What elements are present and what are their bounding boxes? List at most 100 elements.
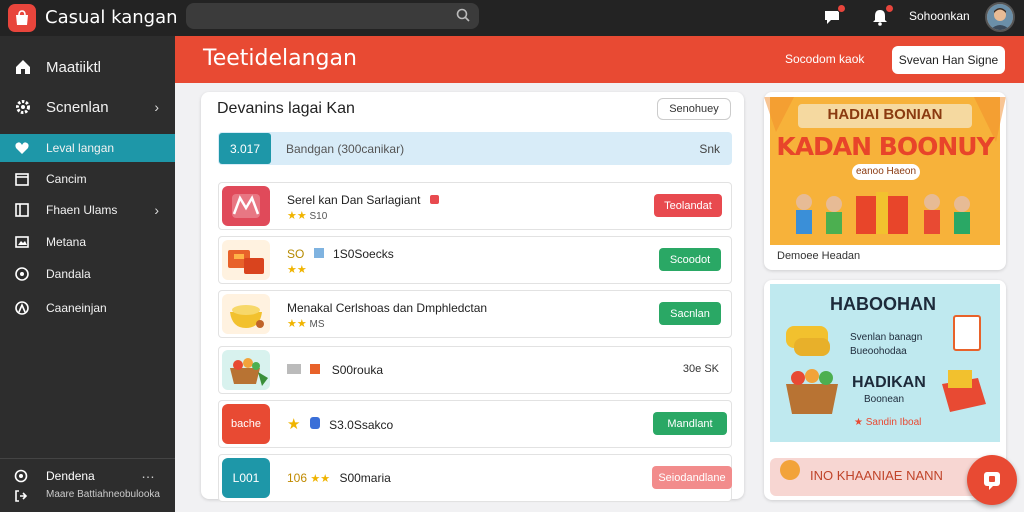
filter-tag[interactable]: 3.017 (219, 133, 271, 164)
sidebar-item-label: Caaneinjan (46, 301, 107, 315)
notification-badge (885, 4, 894, 13)
food-bowl-icon (230, 305, 264, 328)
footer-user-name: Dendena (46, 469, 95, 483)
row-subtitle: ★★ MS (287, 318, 325, 330)
sidebar-item-history[interactable]: Dandala (0, 260, 175, 288)
app-logo[interactable] (8, 4, 36, 32)
page-header: Teetidelangan Socodom kaok Svevan Han Si… (175, 36, 1024, 83)
star-icon: ★ (854, 417, 863, 428)
sidebar-item-label: Fhaen Ulams (46, 203, 118, 217)
row-subtitle: ★★ (287, 263, 307, 276)
avatar[interactable] (985, 2, 1015, 32)
row-action-button[interactable]: Scoodot (659, 248, 721, 271)
sidebar-item-help[interactable]: Caaneinjan (0, 294, 175, 322)
grid-icon (15, 203, 29, 217)
promo-card-bonus[interactable]: HADIAI BONIAN KADAN BOONUY eanoo Haeon D… (764, 92, 1006, 270)
home-icon (16, 60, 30, 74)
sidebar-item-home[interactable]: Maatiiktl (0, 50, 175, 84)
row-action-button[interactable]: Teolandat (654, 194, 722, 217)
shop-bag-icon (16, 10, 28, 25)
user-status-icon (14, 469, 28, 483)
user-name[interactable]: Sohoonkan (909, 9, 970, 23)
row-thumbnail: L001 (222, 458, 270, 498)
list-item[interactable]: S00rouka 30e SK (218, 346, 732, 394)
sidebar-item-calendar[interactable]: Cancim (0, 165, 175, 193)
tag-icon (287, 364, 301, 374)
tag-icon (313, 248, 324, 258)
promo-caption: Demoee Headan (777, 250, 861, 262)
flag-icon (429, 195, 439, 204)
star-rating-icon: ★★ (310, 473, 331, 485)
image-icon (15, 236, 29, 248)
header-link[interactable]: Socodom kaok (785, 52, 864, 66)
promo-banner-headline: KADAN BOONUY (776, 132, 994, 161)
list-item[interactable]: SO 1S0Soecks ★★ Scoodot (218, 236, 732, 284)
row-title: Serel kan Dan Sarlagiant (287, 193, 439, 207)
sidebar-item-label: Dandala (46, 267, 91, 281)
row-thumbnail (222, 294, 270, 334)
row-thumbnail: bache (222, 404, 270, 444)
calendar-icon (15, 173, 29, 186)
clock-icon (15, 267, 29, 281)
sort-label[interactable]: Snk (699, 142, 720, 156)
row-title: Menakal Cerlshoas dan Dmphledctan (287, 301, 488, 315)
star-rating-icon: ★ (287, 416, 301, 433)
chat-badge (837, 4, 846, 13)
chevron-right-icon: › (154, 99, 159, 115)
gift-icon (310, 364, 321, 374)
row-title: 106 ★★ S00maria (287, 471, 391, 485)
card-action-button[interactable]: Senohuey (657, 98, 731, 120)
sidebar-item-media[interactable]: Metana (0, 228, 175, 256)
row-title: S00rouka (287, 363, 383, 377)
sidebar-footer[interactable]: Dendena Maare Battiahneobulooka … (0, 458, 175, 512)
promo-rewards-subtitle: HADIKAN (852, 374, 926, 391)
sidebar-item-label: Maatiiktl (46, 58, 102, 76)
list-item[interactable]: bache ★ S3.0Ssakco Mandlant (218, 400, 732, 448)
gear-icon (16, 100, 30, 114)
promo-rewards-text: Svenlan banagn (850, 332, 923, 343)
row-title: SO 1S0Soecks (287, 247, 394, 261)
shield-icon (309, 417, 320, 429)
sidebar-item-level[interactable]: Leval langan (0, 134, 175, 162)
filter-bar[interactable]: 3.017 Bandgan (300canikar) Snk (218, 132, 732, 165)
chat-fab-button[interactable] (967, 455, 1017, 505)
promo-rewards-text: Boonean (864, 394, 905, 405)
user-avatar-icon (987, 4, 1013, 30)
row-action-button[interactable]: Mandlant (653, 412, 727, 435)
star-rating-icon: ★★ (287, 318, 307, 330)
list-item[interactable]: Serel kan Dan Sarlagiant ★★ S10 Teolanda… (218, 182, 732, 230)
list-item[interactable]: L001 106 ★★ S00maria Seiodandlane (218, 454, 732, 502)
shop-logo-icon (232, 194, 260, 218)
row-meta: 30e SK (682, 363, 719, 375)
row-action-button[interactable]: Sacnlan (659, 302, 721, 325)
heart-icon (15, 142, 29, 154)
row-subtitle: ★★ S10 (287, 210, 328, 222)
fruit-basket-icon (230, 358, 268, 386)
logout-icon[interactable] (14, 489, 28, 503)
chat-bubble-icon (984, 472, 1000, 490)
chat-button[interactable] (822, 4, 846, 27)
search-icon[interactable] (455, 7, 471, 23)
star-rating-icon: ★★ (287, 210, 307, 222)
filter-input[interactable]: Bandgan (300canikar) (286, 142, 404, 156)
notifications-button[interactable] (870, 4, 894, 27)
sidebar-item-label: Metana (46, 235, 87, 249)
sidebar-item-label: Leval langan (46, 141, 115, 155)
sidebar-item-categories[interactable]: Fhaen Ulams › (0, 196, 175, 224)
promo-banner-title: HADIAI BONIAN (827, 106, 943, 123)
row-action-button[interactable]: Seiodandlane (652, 466, 732, 489)
row-thumbnail (222, 186, 270, 226)
footer-user-email: Maare Battiahneobulooka (46, 489, 160, 500)
row-thumbnail (222, 350, 270, 390)
promo-rewards-link[interactable]: ★ Sandin Iboal (854, 417, 921, 428)
sidebar-item-settings[interactable]: Scnenlan › (0, 90, 175, 124)
sign-up-button[interactable]: Svevan Han Signe (892, 46, 1005, 74)
search-input[interactable] (186, 3, 479, 29)
card-title: Devanins lagai Kan (217, 100, 355, 117)
list-item[interactable]: Menakal Cerlshoas dan Dmphledctan ★★ MS … (218, 290, 732, 338)
more-icon[interactable]: … (141, 465, 155, 481)
app-title: Casual kangan (45, 7, 178, 28)
sidebar-item-label: Scnenlan (46, 98, 109, 116)
page-title: Teetidelangan (203, 46, 357, 71)
promo-rewards-footer: INO KHAANIAE NANN (810, 468, 943, 483)
